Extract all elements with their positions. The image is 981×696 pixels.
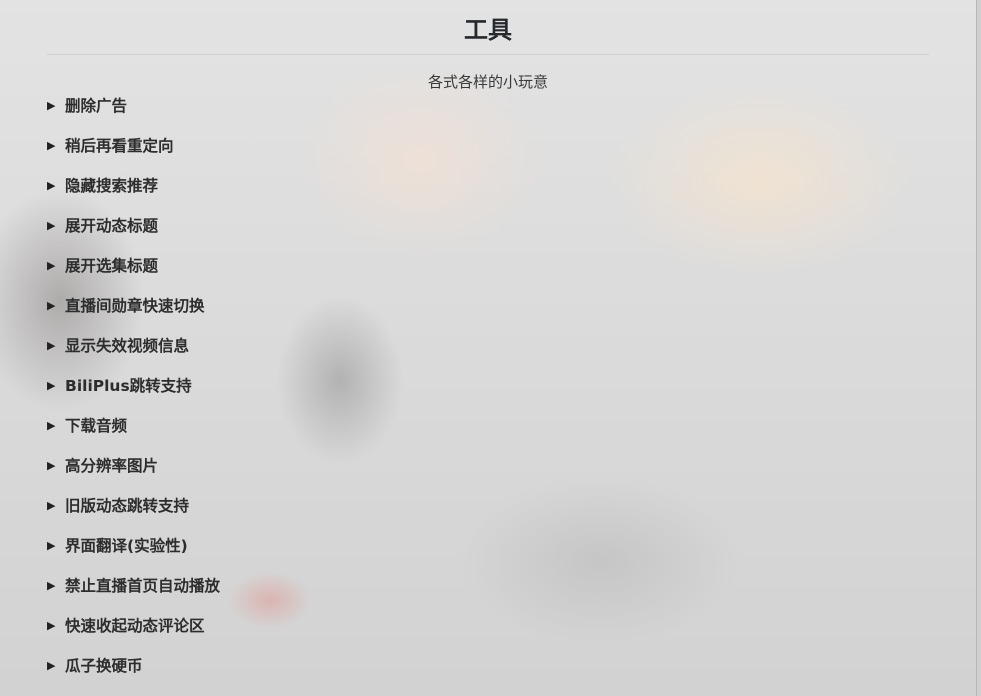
triangle-right-icon: ▶ (47, 659, 56, 672)
triangle-right-icon: ▶ (47, 339, 56, 352)
triangle-right-icon: ▶ (47, 139, 56, 152)
tool-item-watchlater-redirect[interactable]: ▶ 稍后再看重定向 (47, 133, 220, 173)
tool-item-label: 展开选集标题 (65, 257, 159, 275)
tool-item-high-res-images[interactable]: ▶ 高分辨率图片 (47, 453, 220, 493)
tool-item-label: 展开动态标题 (65, 217, 159, 235)
tool-item-expand-episode-title[interactable]: ▶ 展开选集标题 (47, 253, 220, 293)
tool-item-label: 显示失效视频信息 (65, 337, 190, 355)
tools-panel: 工具 各式各样的小玩意 (47, 0, 929, 92)
tool-item-seeds-to-coins[interactable]: ▶ 瓜子换硬币 (47, 653, 220, 693)
tool-item-label: 稍后再看重定向 (65, 137, 174, 155)
tool-item-label: 隐藏搜索推荐 (65, 177, 159, 195)
triangle-right-icon: ▶ (47, 99, 56, 112)
tool-item-label: 禁止直播首页自动播放 (65, 577, 221, 595)
tool-item-invalid-video-info[interactable]: ▶ 显示失效视频信息 (47, 333, 220, 373)
triangle-right-icon: ▶ (47, 539, 56, 552)
tool-item-label: 删除广告 (65, 97, 128, 115)
triangle-right-icon: ▶ (47, 259, 56, 272)
scrollbar[interactable] (976, 0, 981, 696)
triangle-right-icon: ▶ (47, 579, 56, 592)
tool-item-biliplus-redirect[interactable]: ▶ BiliPlus跳转支持 (47, 373, 220, 413)
tool-item-label: 快速收起动态评论区 (65, 617, 205, 635)
triangle-right-icon: ▶ (47, 419, 56, 432)
tool-item-live-medal-switch[interactable]: ▶ 直播间勋章快速切换 (47, 293, 220, 333)
tool-list: ▶ 删除广告 ▶ 稍后再看重定向 ▶ 隐藏搜索推荐 ▶ 展开动态标题 ▶ 展开选… (47, 93, 220, 693)
triangle-right-icon: ▶ (47, 299, 56, 312)
tool-item-label: 高分辨率图片 (65, 457, 159, 475)
tool-item-hide-search-recommend[interactable]: ▶ 隐藏搜索推荐 (47, 173, 220, 213)
triangle-right-icon: ▶ (47, 219, 56, 232)
page-title: 工具 (47, 0, 929, 55)
tool-item-label: 瓜子换硬币 (65, 657, 143, 675)
tool-item-label: 下载音频 (65, 417, 128, 435)
tool-item-label: BiliPlus跳转支持 (65, 377, 192, 395)
triangle-right-icon: ▶ (47, 179, 56, 192)
triangle-right-icon: ▶ (47, 459, 56, 472)
tool-item-old-feed-redirect[interactable]: ▶ 旧版动态跳转支持 (47, 493, 220, 533)
triangle-right-icon: ▶ (47, 619, 56, 632)
tool-item-remove-ads[interactable]: ▶ 删除广告 (47, 93, 220, 133)
tool-item-ui-translation[interactable]: ▶ 界面翻译(实验性) (47, 533, 220, 573)
tool-item-disable-live-autoplay[interactable]: ▶ 禁止直播首页自动播放 (47, 573, 220, 613)
triangle-right-icon: ▶ (47, 499, 56, 512)
tool-item-collapse-feed-comments[interactable]: ▶ 快速收起动态评论区 (47, 613, 220, 653)
tool-item-label: 直播间勋章快速切换 (65, 297, 205, 315)
tool-item-download-audio[interactable]: ▶ 下载音频 (47, 413, 220, 453)
tool-item-label: 界面翻译(实验性) (65, 537, 188, 555)
page-subtitle: 各式各样的小玩意 (427, 73, 548, 91)
tool-item-label: 旧版动态跳转支持 (65, 497, 190, 515)
triangle-right-icon: ▶ (47, 379, 56, 392)
tool-item-expand-feed-title[interactable]: ▶ 展开动态标题 (47, 213, 220, 253)
